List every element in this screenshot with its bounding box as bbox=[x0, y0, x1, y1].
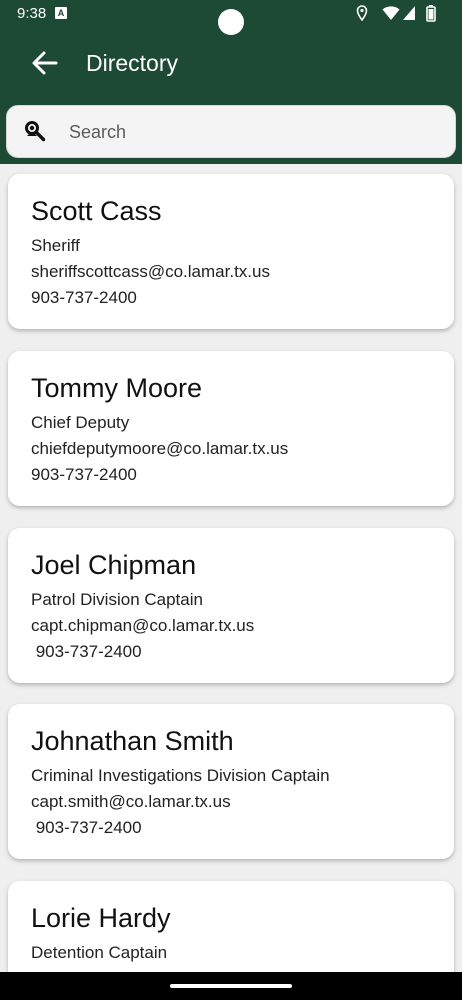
directory-list[interactable]: Scott Cass Sheriff sheriffscottcass@co.l… bbox=[0, 164, 462, 972]
contact-email[interactable]: capt.chipman@co.lamar.tx.us bbox=[31, 616, 254, 636]
contact-title: Sheriff bbox=[31, 236, 80, 255]
contact-email[interactable]: sheriffscottcass@co.lamar.tx.us bbox=[31, 262, 270, 282]
status-time: 9:38 bbox=[17, 5, 47, 22]
contact-phone[interactable]: 903-737-2400 bbox=[31, 465, 137, 485]
contact-card[interactable]: Johnathan Smith Criminal Investigations … bbox=[8, 704, 454, 859]
back-button[interactable] bbox=[28, 46, 62, 80]
contact-card[interactable]: Lorie Hardy Detention Captain bbox=[8, 881, 454, 972]
page-title: Directory bbox=[86, 50, 179, 76]
contact-card[interactable]: Joel Chipman Patrol Division Captain cap… bbox=[8, 528, 454, 683]
contact-name: Scott Cass bbox=[31, 196, 162, 226]
person-search-icon bbox=[25, 121, 46, 142]
contact-name: Tommy Moore bbox=[31, 373, 203, 403]
contact-phone[interactable]: 903-737-2400 bbox=[31, 642, 142, 662]
contact-name: Johnathan Smith bbox=[31, 726, 234, 756]
gesture-nav-bar bbox=[0, 972, 462, 1000]
contact-name: Joel Chipman bbox=[31, 550, 197, 580]
wifi-icon bbox=[382, 6, 400, 20]
home-handle[interactable] bbox=[170, 984, 292, 988]
battery-icon bbox=[426, 5, 436, 22]
contact-title: Patrol Division Captain bbox=[31, 590, 203, 609]
contact-phone[interactable]: 903-737-2400 bbox=[31, 818, 142, 838]
app-header: 9:38 A Directory Search bbox=[0, 0, 462, 164]
search-placeholder: Search bbox=[69, 122, 127, 142]
location-icon bbox=[356, 5, 368, 21]
contact-title: Chief Deputy bbox=[31, 413, 130, 432]
contact-email[interactable]: chiefdeputymoore@co.lamar.tx.us bbox=[31, 439, 288, 459]
contact-title: Detention Captain bbox=[31, 943, 168, 962]
contact-card[interactable]: Tommy Moore Chief Deputy chiefdeputymoor… bbox=[8, 351, 454, 506]
arrow-back-icon bbox=[32, 51, 58, 75]
contact-name: Lorie Hardy bbox=[31, 903, 171, 933]
contact-email[interactable]: capt.smith@co.lamar.tx.us bbox=[31, 792, 231, 812]
signal-icon bbox=[403, 6, 415, 20]
contact-phone[interactable]: 903-737-2400 bbox=[31, 288, 137, 308]
search-input[interactable]: Search bbox=[6, 105, 456, 158]
a-badge-icon: A bbox=[55, 7, 67, 19]
camera-cutout bbox=[218, 9, 244, 35]
contact-title: Criminal Investigations Division Captain bbox=[31, 766, 330, 785]
contact-card[interactable]: Scott Cass Sheriff sheriffscottcass@co.l… bbox=[8, 174, 454, 329]
